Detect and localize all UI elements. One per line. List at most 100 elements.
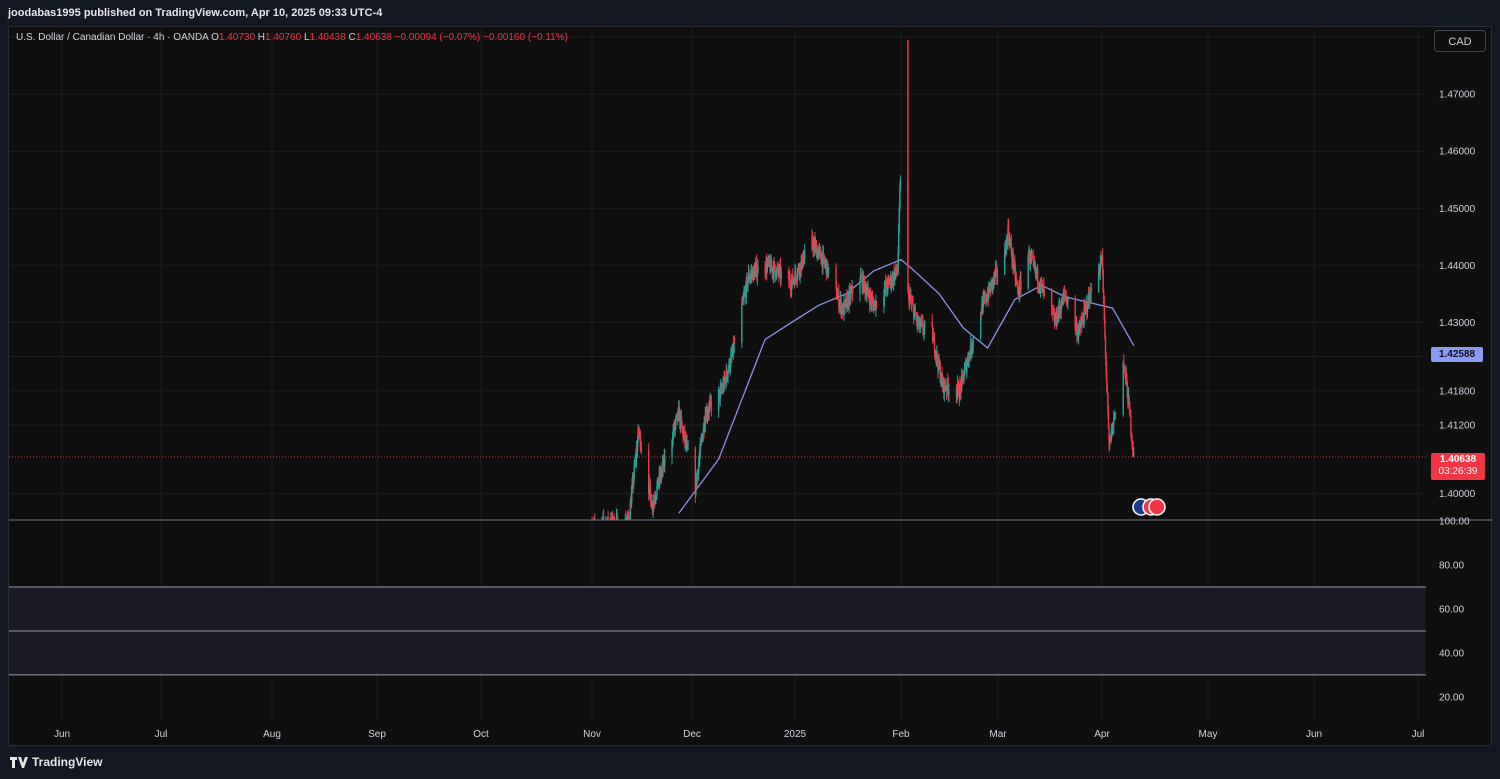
candle-body bbox=[652, 500, 655, 506]
rsi-tick-label: 40.00 bbox=[1439, 648, 1464, 659]
time-tick-label: Aug bbox=[263, 729, 281, 740]
footer-bar bbox=[0, 748, 1500, 779]
candle-body bbox=[730, 356, 732, 368]
chart-legend: U.S. Dollar / Canadian Dollar · 4h · OAN… bbox=[16, 32, 568, 43]
candle-body bbox=[1067, 298, 1069, 303]
candle-body bbox=[1090, 287, 1093, 293]
countdown-timer: 03:26:39 bbox=[1438, 466, 1478, 477]
time-tick-label: Mar bbox=[989, 729, 1007, 740]
candle-body bbox=[1101, 255, 1104, 270]
time-tick-label: Apr bbox=[1094, 729, 1110, 740]
rsi-tick-label: 60.00 bbox=[1439, 604, 1464, 615]
rsi-tick-label: 100.00 bbox=[1439, 517, 1470, 528]
close-label: C bbox=[348, 32, 356, 43]
time-tick-label: Sep bbox=[368, 729, 386, 740]
rsi-tick-label: 20.00 bbox=[1439, 692, 1464, 703]
price-tick-label: 1.43000 bbox=[1439, 318, 1476, 329]
price-tick-label: 1.41200 bbox=[1439, 420, 1476, 431]
candle-body bbox=[1122, 362, 1124, 415]
candle-body bbox=[733, 342, 736, 344]
candle-body bbox=[1133, 452, 1135, 456]
candle-body bbox=[803, 250, 806, 258]
open-value: 1.40730 bbox=[218, 32, 256, 43]
candle-body bbox=[696, 474, 698, 485]
candle-body bbox=[741, 303, 743, 343]
candle-body bbox=[1130, 415, 1132, 434]
candle-body bbox=[757, 266, 759, 274]
rsi-tick-label: 80.00 bbox=[1439, 560, 1464, 571]
candle-body bbox=[963, 375, 965, 381]
price-tag: 1.40638 03:26:39 bbox=[1431, 453, 1485, 480]
price-tick-label: 1.47000 bbox=[1439, 90, 1476, 101]
candle-body bbox=[996, 274, 999, 277]
candle-body bbox=[710, 402, 713, 411]
currency-button[interactable]: CAD bbox=[1434, 30, 1486, 52]
time-tick-label: 2025 bbox=[784, 729, 807, 740]
candle-body bbox=[859, 281, 861, 294]
rsi-pane bbox=[9, 586, 1426, 676]
price-tick-label: 1.40000 bbox=[1439, 489, 1476, 500]
candle-body bbox=[1020, 279, 1022, 289]
candle-body bbox=[1043, 290, 1046, 292]
symbol-name[interactable]: U.S. Dollar / Canadian Dollar · 4h · OAN… bbox=[16, 32, 208, 43]
close-value: 1.40638 bbox=[355, 32, 392, 43]
tradingview-logo[interactable]: TradingView bbox=[10, 755, 102, 769]
time-tick-label: Feb bbox=[892, 729, 910, 740]
candle-body bbox=[774, 264, 776, 271]
candle-body bbox=[923, 321, 926, 328]
candle-body bbox=[1052, 308, 1054, 313]
low-value: 1.40438 bbox=[309, 32, 346, 43]
candle-body bbox=[897, 253, 899, 273]
ma-value-tag: 1.42588 bbox=[1431, 347, 1483, 362]
change-value: −0.00094 (−0.07%) bbox=[394, 32, 481, 43]
time-tick-label: Jun bbox=[1306, 729, 1322, 740]
price-tick-label: 1.44000 bbox=[1439, 261, 1476, 272]
high-label: H bbox=[257, 32, 266, 43]
candle-body bbox=[827, 267, 830, 269]
candle-body bbox=[747, 280, 749, 287]
moving-average-layer bbox=[9, 258, 1426, 514]
candle-body bbox=[699, 443, 702, 453]
candle-body bbox=[948, 390, 950, 394]
candle-body bbox=[773, 263, 776, 265]
candle-body bbox=[972, 337, 974, 346]
time-tick-label: Dec bbox=[683, 729, 701, 740]
candle-body bbox=[1114, 412, 1117, 415]
brand-name: TradingView bbox=[32, 755, 103, 769]
high-value: 1.40760 bbox=[265, 32, 302, 43]
candle-body bbox=[687, 448, 689, 450]
candle-body bbox=[899, 189, 901, 208]
time-tick-label: Jul bbox=[1412, 729, 1425, 740]
candle-body bbox=[702, 432, 704, 441]
price-tick-label: 1.41800 bbox=[1439, 386, 1476, 397]
candle-body bbox=[851, 286, 854, 294]
candle-body bbox=[1086, 308, 1089, 313]
time-tick-label: Jul bbox=[155, 729, 168, 740]
open-label: O bbox=[211, 32, 219, 43]
candle-body bbox=[1036, 269, 1039, 285]
tradingview-logo-icon bbox=[10, 756, 28, 768]
candle-body bbox=[1113, 417, 1115, 426]
ca-flag-icon bbox=[1148, 498, 1166, 516]
candle-body bbox=[899, 179, 902, 190]
time-tick-label: Oct bbox=[473, 729, 489, 740]
price-tick-label: 1.45000 bbox=[1439, 204, 1476, 215]
time-tick-label: May bbox=[1199, 729, 1218, 740]
candle-body bbox=[649, 485, 652, 494]
candle-body bbox=[1050, 290, 1053, 309]
price-tag-value: 1.40638 bbox=[1439, 454, 1477, 465]
candle-body bbox=[640, 447, 643, 451]
change-value-2: −0.00160 (−0.11%) bbox=[483, 32, 568, 43]
time-tick-label: Nov bbox=[583, 729, 601, 740]
candle-body bbox=[756, 273, 759, 278]
price-series-layer bbox=[591, 40, 1135, 520]
price-tick-label: 1.46000 bbox=[1439, 147, 1476, 158]
time-tick-label: Jun bbox=[54, 729, 70, 740]
candle-body bbox=[875, 300, 878, 306]
candle-body bbox=[1102, 269, 1104, 292]
candle-body bbox=[780, 271, 782, 279]
candle-body bbox=[664, 457, 666, 466]
event-markers bbox=[1132, 498, 1166, 516]
chart-canvas[interactable]: 1.480001.470001.460001.450001.440001.430… bbox=[0, 0, 1500, 779]
candle-body bbox=[1128, 402, 1131, 414]
